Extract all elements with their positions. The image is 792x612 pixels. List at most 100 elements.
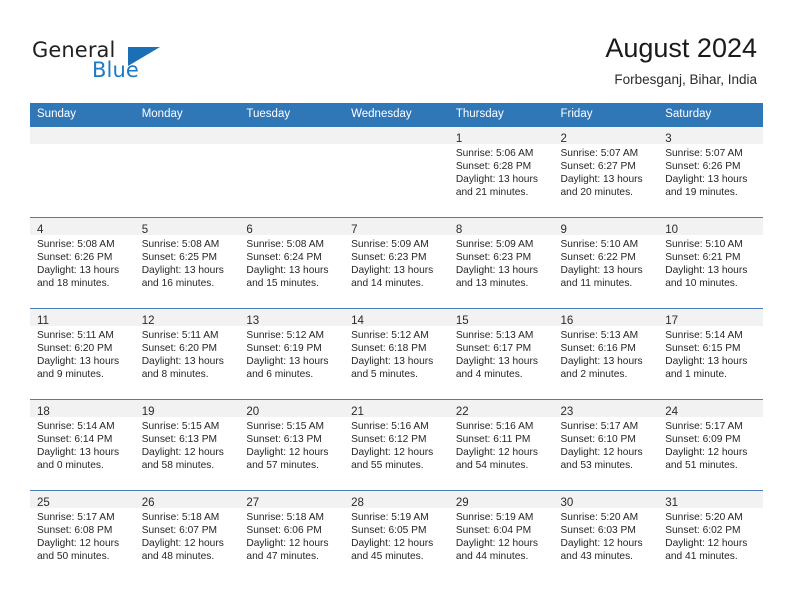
sunset-text: Sunset: 6:11 PM: [455, 434, 531, 446]
day-number: 7: [351, 224, 358, 236]
calendar-day-cell[interactable]: 27 Sunrise: 5:18 AM Sunset: 6:06 PM Dayligh…: [239, 490, 345, 581]
daylight-text-line1: Daylight: 13 hours: [351, 265, 434, 277]
calendar-day-cell[interactable]: 16 Sunrise: 5:13 AM Sunset: 6:16 PM Dayligh…: [553, 308, 659, 400]
calendar-day-cell[interactable]: 15 Sunrise: 5:13 AM Sunset: 6:17 PM Dayligh…: [448, 308, 554, 400]
calendar-day-cell[interactable]: 2 Sunrise: 5:07 AM Sunset: 6:27 PM Daylight…: [553, 127, 659, 218]
sunrise-text: Sunrise: 5:12 AM: [351, 330, 429, 341]
sunrise-text: Sunrise: 5:15 AM: [141, 421, 220, 432]
daylight-text-line1: Daylight: 13 hours: [37, 356, 120, 368]
daylight-text-line1: Daylight: 13 hours: [560, 265, 643, 277]
sunset-text: Sunset: 6:22 PM: [560, 252, 636, 264]
calendar-day-cell[interactable]: 26 Sunrise: 5:18 AM Sunset: 6:07 PM Dayligh…: [134, 490, 240, 581]
day-number: 20: [246, 406, 260, 418]
calendar-day-cell[interactable]: 6 Sunrise: 5:08 AM Sunset: 6:24 PM Daylight…: [239, 217, 345, 309]
daylight-text-line1: Daylight: 13 hours: [560, 174, 643, 186]
calendar-day-cell[interactable]: 1 Sunrise: 5:06 AM Sunset: 6:28 PM Daylight…: [448, 127, 554, 218]
day-detail: Sunrise: 5:07 AM Sunset: 6:27 PM Daylight:…: [554, 144, 659, 199]
daylight-text-line2: and 47 minutes.: [246, 551, 319, 563]
calendar-day-cell[interactable]: 17 Sunrise: 5:14 AM Sunset: 6:15 PM Dayligh…: [658, 308, 763, 400]
daylight-text-line1: Daylight: 12 hours: [665, 447, 748, 459]
sunrise-text: Sunrise: 5:18 AM: [141, 512, 220, 523]
daylight-text-line2: and 11 minutes.: [560, 278, 633, 290]
day-number-band: [134, 127, 240, 144]
day-detail: Sunrise: 5:13 AM Sunset: 6:16 PM Daylight:…: [554, 326, 659, 381]
calendar-day-cell[interactable]: 25 Sunrise: 5:17 AM Sunset: 6:08 PM Dayligh…: [30, 490, 135, 581]
title-block: August 2024 Forbesganj, Bihar, India: [605, 32, 757, 88]
day-number-band: 27: [239, 491, 345, 509]
sunrise-text: Sunrise: 5:20 AM: [560, 512, 639, 523]
sunset-text: Sunset: 6:19 PM: [246, 343, 322, 355]
weekday-header-wednesday: Wednesday: [344, 103, 449, 127]
sunset-text: Sunset: 6:06 PM: [246, 525, 322, 537]
calendar-day-cell[interactable]: 3 Sunrise: 5:07 AM Sunset: 6:26 PM Daylight…: [658, 127, 763, 218]
day-number-band: 17: [658, 309, 763, 327]
sunset-text: Sunset: 6:16 PM: [560, 343, 636, 355]
day-number-band: 30: [553, 491, 659, 509]
day-detail: Sunrise: 5:16 AM Sunset: 6:11 PM Daylight:…: [449, 417, 554, 472]
calendar-day-cell[interactable]: 4 Sunrise: 5:08 AM Sunset: 6:26 PM Daylight…: [30, 217, 135, 309]
calendar-day-cell[interactable]: 8 Sunrise: 5:09 AM Sunset: 6:23 PM Daylight…: [448, 217, 554, 309]
calendar-day-cell[interactable]: 22 Sunrise: 5:16 AM Sunset: 6:11 PM Dayligh…: [448, 399, 554, 491]
day-number: 21: [351, 406, 364, 418]
sunrise-text: Sunrise: 5:12 AM: [246, 330, 324, 341]
day-detail: Sunrise: 5:11 AM Sunset: 6:20 PM Daylight:…: [30, 326, 135, 381]
calendar-day-cell[interactable]: 23 Sunrise: 5:17 AM Sunset: 6:10 PM Dayligh…: [553, 399, 659, 491]
generalblue-logo[interactable]: General Blue: [32, 38, 232, 86]
calendar-day-cell[interactable]: 19 Sunrise: 5:15 AM Sunset: 6:13 PM Dayligh…: [134, 399, 240, 491]
calendar-day-cell[interactable]: 30 Sunrise: 5:20 AM Sunset: 6:03 PM Dayligh…: [553, 490, 659, 581]
daylight-text-line2: and 13 minutes.: [455, 278, 529, 290]
daylight-text-line1: Daylight: 13 hours: [665, 265, 748, 277]
day-number: 15: [455, 315, 469, 327]
calendar-day-cell[interactable]: 12 Sunrise: 5:11 AM Sunset: 6:20 PM Dayligh…: [134, 308, 240, 400]
weekday-header-saturday: Saturday: [658, 103, 763, 127]
daylight-text-line1: Daylight: 13 hours: [560, 356, 643, 368]
day-number: 2: [560, 133, 567, 145]
sunset-text: Sunset: 6:27 PM: [560, 161, 636, 173]
calendar-day-cell[interactable]: 5 Sunrise: 5:08 AM Sunset: 6:25 PM Daylight…: [134, 217, 240, 309]
calendar-day-cell[interactable]: 10 Sunrise: 5:10 AM Sunset: 6:21 PM Dayligh…: [658, 217, 763, 309]
calendar-day-cell[interactable]: 29 Sunrise: 5:19 AM Sunset: 6:04 PM Dayligh…: [448, 490, 554, 581]
daylight-text-line1: Daylight: 12 hours: [246, 447, 329, 459]
sunrise-text: Sunrise: 5:10 AM: [665, 239, 743, 250]
calendar-day-cell[interactable]: 24 Sunrise: 5:17 AM Sunset: 6:09 PM Dayligh…: [658, 399, 763, 491]
daylight-text-line2: and 45 minutes.: [351, 551, 424, 563]
sunset-text: Sunset: 6:23 PM: [455, 252, 532, 264]
day-detail: Sunrise: 5:20 AM Sunset: 6:03 PM Daylight:…: [554, 508, 659, 563]
calendar-day-cell[interactable]: 13 Sunrise: 5:12 AM Sunset: 6:19 PM Dayligh…: [239, 308, 345, 400]
calendar-day-cell[interactable]: 18 Sunrise: 5:14 AM Sunset: 6:14 PM Dayligh…: [30, 399, 135, 491]
day-detail: Sunrise: 5:20 AM Sunset: 6:02 PM Daylight:…: [658, 508, 763, 563]
calendar-day-cell-empty: [30, 127, 135, 218]
calendar-day-cell[interactable]: 11 Sunrise: 5:11 AM Sunset: 6:20 PM Dayligh…: [30, 308, 135, 400]
daylight-text-line2: and 18 minutes.: [37, 278, 110, 290]
sunset-text: Sunset: 6:14 PM: [37, 434, 113, 446]
daylight-text-line1: Daylight: 12 hours: [351, 538, 434, 550]
day-number: 17: [665, 315, 679, 327]
calendar-day-cell[interactable]: 28 Sunrise: 5:19 AM Sunset: 6:05 PM Dayligh…: [344, 490, 449, 581]
day-number-band: 11: [30, 309, 135, 327]
day-number-band: 13: [239, 309, 345, 327]
day-number-band: 8: [448, 218, 554, 236]
calendar-day-cell[interactable]: 9 Sunrise: 5:10 AM Sunset: 6:22 PM Daylight…: [553, 217, 659, 309]
day-detail: Sunrise: 5:18 AM Sunset: 6:06 PM Daylight:…: [239, 508, 344, 563]
daylight-text-line2: and 57 minutes.: [246, 460, 319, 472]
calendar-day-cell[interactable]: 21 Sunrise: 5:16 AM Sunset: 6:12 PM Dayligh…: [344, 399, 449, 491]
daylight-text-line1: Daylight: 13 hours: [455, 356, 538, 368]
sunrise-text: Sunrise: 5:11 AM: [37, 330, 114, 341]
weekday-header-thursday: Thursday: [448, 103, 554, 127]
sunrise-text: Sunrise: 5:07 AM: [665, 148, 743, 159]
day-number-band: 15: [448, 309, 554, 327]
sunset-text: Sunset: 6:10 PM: [560, 434, 636, 446]
day-detail: Sunrise: 5:17 AM Sunset: 6:10 PM Daylight:…: [554, 417, 659, 472]
sunrise-text: Sunrise: 5:14 AM: [665, 330, 743, 341]
day-number: 27: [246, 497, 260, 509]
calendar-day-cell[interactable]: 14 Sunrise: 5:12 AM Sunset: 6:18 PM Dayligh…: [344, 308, 449, 400]
calendar-day-cell[interactable]: 7 Sunrise: 5:09 AM Sunset: 6:23 PM Daylight…: [344, 217, 449, 309]
day-number: 31: [665, 497, 679, 509]
sunrise-text: Sunrise: 5:16 AM: [455, 421, 534, 432]
calendar-day-cell[interactable]: 20 Sunrise: 5:15 AM Sunset: 6:13 PM Dayligh…: [239, 399, 345, 491]
daylight-text-line1: Daylight: 13 hours: [37, 447, 120, 459]
day-number-band: 7: [344, 218, 449, 236]
sunset-text: Sunset: 6:21 PM: [665, 252, 741, 264]
calendar-day-cell[interactable]: 31 Sunrise: 5:20 AM Sunset: 6:02 PM Dayligh…: [658, 490, 763, 581]
sunset-text: Sunset: 6:20 PM: [141, 343, 218, 355]
